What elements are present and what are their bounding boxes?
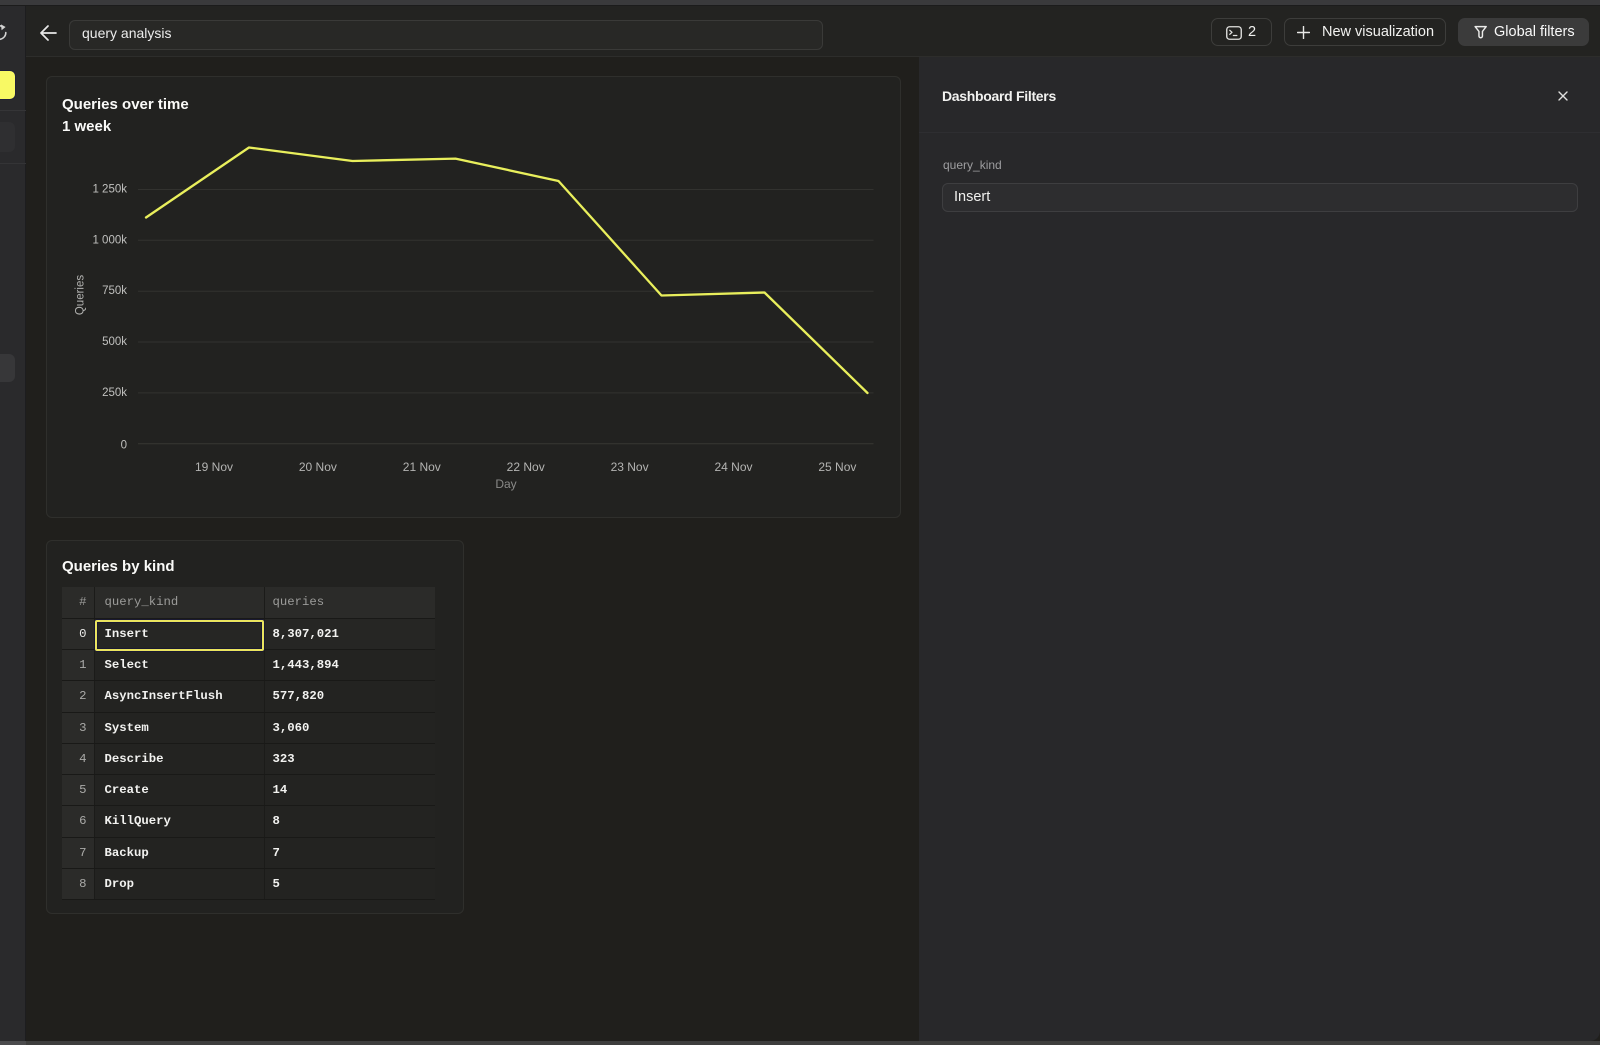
svg-text:25 Nov: 25 Nov [818,460,856,474]
svg-text:19 Nov: 19 Nov [195,460,233,474]
svg-text:23 Nov: 23 Nov [611,460,649,474]
svg-text:Queries: Queries [75,275,87,316]
svg-text:500k: 500k [102,336,127,348]
svg-text:1 250k: 1 250k [92,184,127,196]
svg-text:22 Nov: 22 Nov [507,460,545,474]
svg-text:0: 0 [121,440,127,452]
svg-text:21 Nov: 21 Nov [403,460,441,474]
svg-text:750k: 750k [102,285,127,297]
svg-text:20 Nov: 20 Nov [299,460,337,474]
svg-text:250k: 250k [102,387,127,399]
svg-text:1 000k: 1 000k [92,234,127,246]
svg-text:24 Nov: 24 Nov [714,460,752,474]
svg-text:Day: Day [495,477,516,491]
